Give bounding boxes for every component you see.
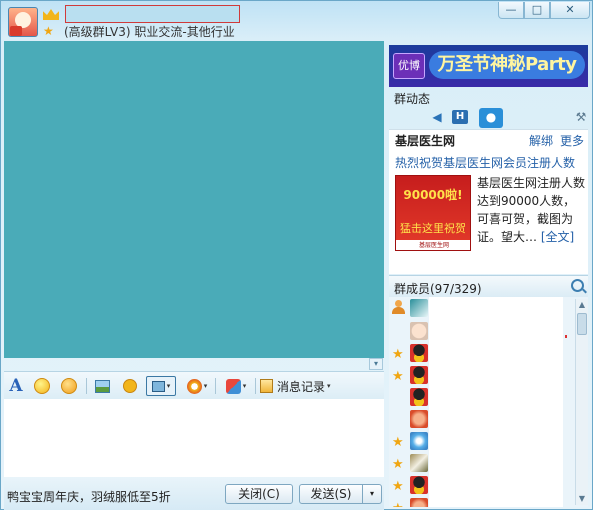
h-icon[interactable]: H [452, 110, 468, 124]
chevron-down-icon: ▾ [203, 382, 208, 390]
news-image-title: 90000啦! [403, 188, 463, 202]
members-count-title: 群成员(97/329) [394, 282, 482, 296]
news-headline-link[interactable]: 热烈祝贺基层医生网会员注册人数 [395, 154, 575, 171]
member-list[interactable]: ★ ★ ★ ★ ★ ★ ▲ ▼ [389, 297, 588, 507]
admin-star-icon: ★ [392, 347, 404, 362]
minimize-button[interactable]: — [498, 2, 524, 19]
dynamics-tabs: ◀ H ● ⚒ [388, 107, 588, 129]
speaker-icon[interactable]: ◀ [426, 108, 448, 126]
admin-star-icon: ★ [392, 479, 404, 494]
magic-face-icon [61, 378, 77, 394]
group-avatar[interactable] [8, 7, 38, 37]
member-avatar[interactable] [410, 454, 428, 472]
input-toolbar: A ▾ ▾ ▾ 消息记录 ▾ [4, 371, 384, 399]
chat-window: ★ (高级群LV3) 职业交流-其他行业 — □ ✕ ▾ A ▾ ▾ ▾ 消息记… [0, 0, 593, 510]
members-header: 群成员(97/329) [389, 275, 588, 297]
crown-icon [43, 9, 59, 20]
news-image-footer: 基层医生网 www.jys120.com [396, 240, 470, 250]
message-history-area[interactable] [4, 41, 384, 358]
member-scrollbar[interactable]: ▲ ▼ [575, 299, 588, 505]
message-history-button[interactable]: 消息记录 ▾ [260, 376, 344, 396]
group-info: (高级群LV3) 职业交流-其他行业 [64, 25, 235, 39]
admin-star-icon: ★ [392, 502, 404, 507]
member-avatar[interactable] [410, 432, 428, 450]
status-dot [565, 335, 567, 338]
apps-button[interactable]: ▾ [221, 376, 251, 396]
history-icon [260, 379, 273, 393]
apps-icon [225, 378, 241, 394]
toolbar-divider [255, 378, 256, 394]
group-sidebar: 优博 万圣节神秘Party 群动态 ◀ H ● ⚒ 基层医生网 解绑 更多 热烈… [388, 41, 590, 507]
more-link[interactable]: 更多 [560, 132, 584, 149]
news-panel: 基层医生网 解绑 更多 热烈祝贺基层医生网会员注册人数 90000啦! 猛击这里… [389, 129, 588, 274]
toolbar-divider [215, 378, 216, 394]
message-input[interactable] [4, 399, 384, 477]
admin-star-icon: ★ [392, 369, 404, 384]
font-icon[interactable]: A [6, 376, 26, 396]
send-options-button[interactable]: ▾ [362, 484, 382, 504]
screenshot-button[interactable]: ▾ [146, 376, 176, 396]
banner-logo: 优博 [393, 53, 425, 79]
search-icon[interactable] [571, 279, 584, 292]
member-avatar[interactable] [410, 476, 428, 494]
magic-emoji-button[interactable] [59, 376, 79, 396]
scroll-thumb[interactable] [577, 313, 587, 335]
avatar-badge [10, 26, 22, 36]
member-names-redacted [429, 297, 563, 507]
close-chat-button[interactable]: 关闭(C) [225, 484, 293, 504]
ad-link[interactable]: 鸭宝宝周年庆，羽绒服低至5折 [7, 488, 171, 505]
group-dynamics-title: 群动态 [394, 92, 431, 106]
admin-star-icon: ★ [392, 435, 404, 450]
smiley-icon [34, 378, 50, 394]
news-body: 基层医生网注册人数达到90000人数，可喜可贺，截图为证。望大… [全文] [477, 174, 587, 246]
scroll-down-icon[interactable]: ▼ [576, 493, 588, 505]
news-image[interactable]: 90000啦! 猛击这里祝贺 基层医生网 www.jys120.com [395, 175, 471, 251]
toolbar-divider [86, 378, 87, 394]
member-avatar[interactable] [410, 388, 428, 406]
promo-banner[interactable]: 优博 万圣节神秘Party [389, 45, 588, 87]
chevron-down-icon: ▾ [166, 382, 171, 390]
sogou-input-button[interactable]: ▾ [182, 376, 212, 396]
member-avatar[interactable] [410, 299, 428, 317]
group-name-redacted[interactable] [65, 5, 240, 23]
wrench-icon[interactable]: ⚒ [570, 108, 592, 126]
news-site-name: 基层医生网 [395, 134, 456, 148]
chevron-down-icon: ▾ [327, 382, 331, 390]
member-avatar[interactable] [410, 322, 428, 340]
banner-text: 万圣节神秘Party [429, 51, 585, 79]
send-button[interactable]: 发送(S) [299, 484, 363, 504]
music-button[interactable] [120, 376, 140, 396]
scroll-up-icon[interactable]: ▲ [576, 299, 588, 311]
group-owner-icon [392, 300, 405, 314]
member-avatar[interactable] [410, 366, 428, 384]
chat-scroll-down-button[interactable]: ▾ [369, 358, 383, 370]
chat-bubble-icon[interactable]: ● [479, 108, 503, 128]
music-note-icon [123, 379, 137, 393]
admin-star-icon: ★ [392, 457, 404, 472]
image-icon [94, 379, 110, 393]
close-window-button[interactable]: ✕ [550, 2, 590, 19]
news-image-subtitle: 猛击这里祝贺 [400, 222, 466, 235]
sogou-icon [186, 378, 202, 394]
screenshot-icon [151, 380, 165, 392]
star-icon: ★ [43, 24, 54, 38]
fulltext-link[interactable]: [全文] [541, 230, 574, 244]
chevron-down-icon: ▾ [242, 382, 247, 390]
history-label: 消息记录 [277, 379, 326, 394]
unbind-link[interactable]: 解绑 [529, 132, 553, 149]
maximize-button[interactable]: □ [524, 2, 550, 19]
member-avatar[interactable] [410, 344, 428, 362]
emoji-button[interactable] [32, 376, 52, 396]
member-avatar[interactable] [410, 410, 428, 428]
member-avatar[interactable] [410, 498, 428, 507]
send-image-button[interactable] [92, 376, 112, 396]
